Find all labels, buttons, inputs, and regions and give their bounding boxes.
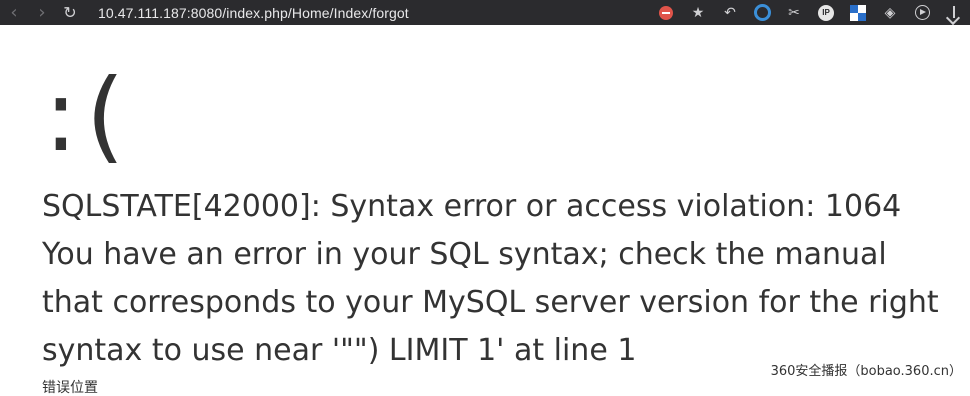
error-location-label: 错误位置 [42, 380, 98, 396]
ip-icon[interactable]: IP [810, 0, 842, 25]
error-page: :( SQLSTATE[42000]: Syntax error or acce… [42, 25, 952, 166]
download-icon[interactable] [938, 0, 970, 25]
sad-face: :( [44, 66, 952, 166]
back-button[interactable]: ‹ [0, 0, 28, 25]
address-bar[interactable]: 10.47.111.187:8080/index.php/Home/Index/… [98, 5, 409, 21]
toolbar-actions: ★ ↶ ✂ IP ◈ [650, 0, 970, 25]
scissors-icon[interactable]: ✂ [778, 0, 810, 25]
browser-toolbar: ‹ › ↻ 10.47.111.187:8080/index.php/Home/… [0, 0, 970, 25]
tile-extension-icon[interactable] [842, 0, 874, 25]
play-icon[interactable] [906, 0, 938, 25]
error-message: SQLSTATE[42000]: Syntax error or access … [42, 183, 952, 375]
undo-icon[interactable]: ↶ [714, 0, 746, 25]
reload-button[interactable]: ↻ [56, 0, 84, 25]
globe-extension-icon[interactable]: ◈ [874, 0, 906, 25]
ring-extension-icon[interactable] [746, 0, 778, 25]
stop-icon[interactable] [650, 0, 682, 25]
watermark: 360安全播报（bobao.360.cn） [769, 360, 964, 379]
star-icon[interactable]: ★ [682, 0, 714, 25]
forward-button[interactable]: › [28, 0, 56, 25]
